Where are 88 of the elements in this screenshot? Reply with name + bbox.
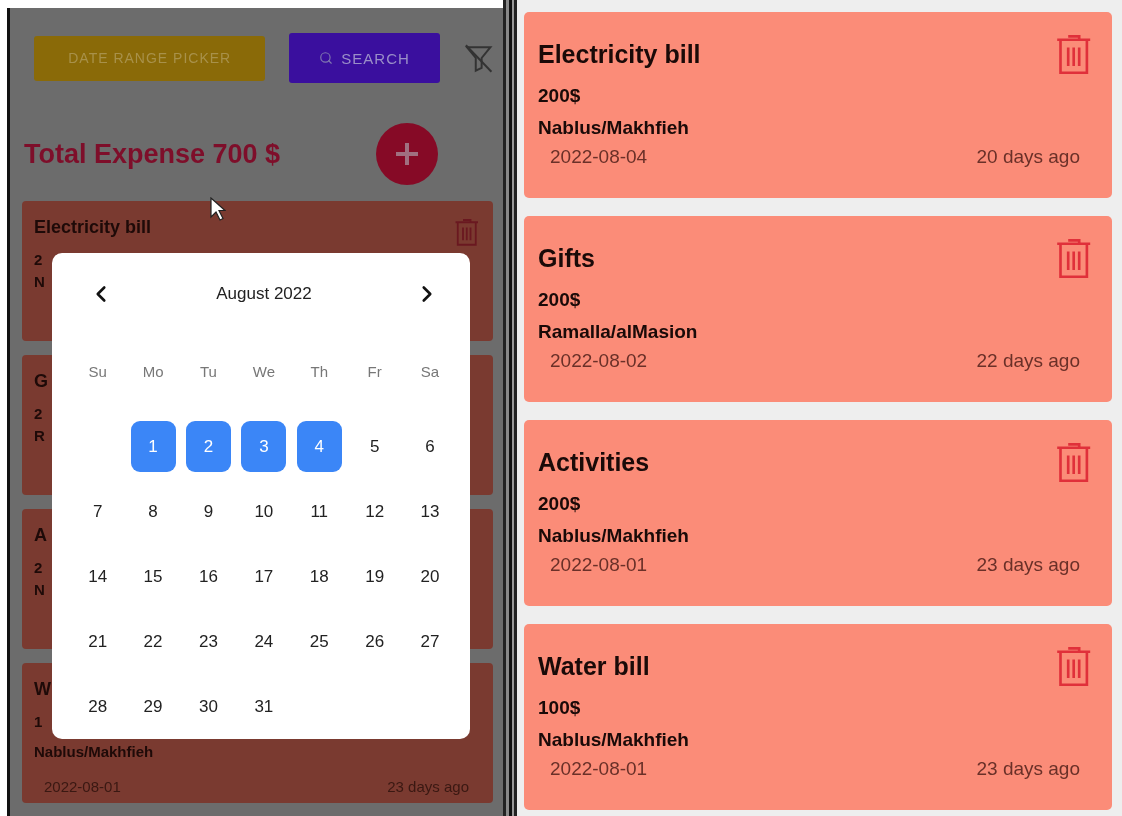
calendar-day[interactable]: 3 (241, 421, 287, 472)
calendar-day[interactable]: 25 (296, 616, 342, 667)
expense-location: Nablus/Makhfieh (538, 728, 689, 752)
calendar-day[interactable]: 20 (407, 551, 453, 602)
calendar-day[interactable]: 24 (241, 616, 287, 667)
calendar-day[interactable]: 27 (407, 616, 453, 667)
expense-title: G (34, 370, 48, 393)
calendar-day[interactable]: 30 (185, 681, 231, 732)
trash-icon (1054, 32, 1092, 76)
expense-location: Nablus/Makhfieh (538, 524, 689, 548)
search-icon (319, 51, 334, 65)
trash-icon (1054, 440, 1092, 484)
weekday-label: Su (88, 363, 107, 382)
calendar-day[interactable]: 2 (185, 421, 231, 472)
expense-location: N (34, 580, 45, 600)
calendar-day[interactable]: 9 (185, 486, 231, 537)
calendar-day[interactable]: 10 (241, 486, 287, 537)
calendar-day[interactable]: 17 (241, 551, 287, 602)
calendar-day[interactable]: 1 (130, 421, 176, 472)
calendar-day[interactable]: 29 (130, 681, 176, 732)
expense-amount: 200$ (538, 84, 581, 108)
calendar-day[interactable]: 7 (75, 486, 121, 537)
weekday-label: Mo (142, 363, 164, 382)
calendar-day[interactable]: 21 (75, 616, 121, 667)
delete-button[interactable] (1054, 644, 1092, 688)
expense-date: 2022-08-04 (550, 146, 648, 168)
expense-location: Nablus/Makhfieh (538, 116, 689, 140)
calendar-day[interactable]: 28 (75, 681, 121, 732)
expense-title: W (34, 678, 51, 701)
expense-age: 23 days ago (387, 778, 469, 795)
cursor-icon (210, 197, 226, 221)
expense-location: Ramalla/alMasion (538, 320, 698, 344)
calendar-day[interactable]: 22 (130, 616, 176, 667)
plus-icon (394, 141, 420, 167)
search-button[interactable]: SEARCH (289, 33, 440, 83)
calendar-day[interactable]: 11 (296, 486, 342, 537)
expense-age: 20 days ago (976, 146, 1080, 168)
delete-button[interactable] (1054, 236, 1092, 280)
expense-title: Activities (538, 447, 650, 478)
expense-title: Water bill (538, 651, 650, 682)
delete-button[interactable] (1054, 440, 1092, 484)
calendar-day[interactable]: 19 (352, 551, 398, 602)
calendar-day[interactable]: 15 (130, 551, 176, 602)
calendar-day[interactable]: 23 (185, 616, 231, 667)
expense-amount: 100$ (538, 696, 581, 720)
trash-icon (453, 217, 479, 247)
expense-amount: 2 (34, 558, 43, 578)
expense-location: N (34, 272, 45, 292)
expense-date: 2022-08-02 (550, 350, 648, 372)
expense-age: 22 days ago (976, 350, 1080, 372)
trash-icon (1054, 644, 1092, 688)
calendar-day[interactable]: 14 (75, 551, 121, 602)
expense-date: 2022-08-01 (550, 554, 648, 576)
expense-amount: 200$ (538, 288, 581, 312)
expense-age: 23 days ago (976, 554, 1080, 576)
expense-location: Nablus/Makhfieh (34, 742, 154, 762)
weekday-label: We (252, 363, 275, 382)
calendar-day[interactable]: 6 (407, 421, 453, 472)
expense-amount: 2 (34, 250, 43, 270)
calendar-day[interactable]: 18 (296, 551, 342, 602)
filter-off-icon[interactable] (463, 42, 493, 74)
delete-button[interactable] (1054, 32, 1092, 76)
weekday-label: Th (310, 363, 328, 382)
expense-date: 2022-08-01 (44, 778, 121, 795)
weekday-label: Sa (420, 363, 440, 382)
expense-title: A (34, 524, 47, 547)
calendar-day[interactable]: 31 (241, 681, 287, 732)
expense-amount: 200$ (538, 492, 581, 516)
expense-location: R (34, 426, 45, 446)
expense-title: Electricity bill (34, 216, 152, 239)
expense-title: Gifts (538, 243, 595, 274)
calendar-day[interactable]: 4 (296, 421, 342, 472)
expense-date: 2022-08-01 (550, 758, 648, 780)
calendar-day[interactable]: 5 (352, 421, 398, 472)
weekday-label: Tu (200, 363, 217, 382)
weekday-label: Fr (367, 363, 382, 382)
calendar-day[interactable]: 16 (185, 551, 231, 602)
calendar-day[interactable]: 12 (352, 486, 398, 537)
month-title: August 2022 (216, 284, 312, 304)
calendar-day[interactable]: 8 (130, 486, 176, 537)
trash-icon (1054, 236, 1092, 280)
expense-amount: 2 (34, 404, 43, 424)
expense-title: Electricity bill (538, 39, 701, 70)
expense-age: 23 days ago (976, 758, 1080, 780)
calendar-day[interactable]: 26 (352, 616, 398, 667)
expense-amount: 1 (34, 712, 43, 732)
calendar-day[interactable]: 13 (407, 486, 453, 537)
total-expense: Total Expense 700 $ (24, 138, 281, 170)
